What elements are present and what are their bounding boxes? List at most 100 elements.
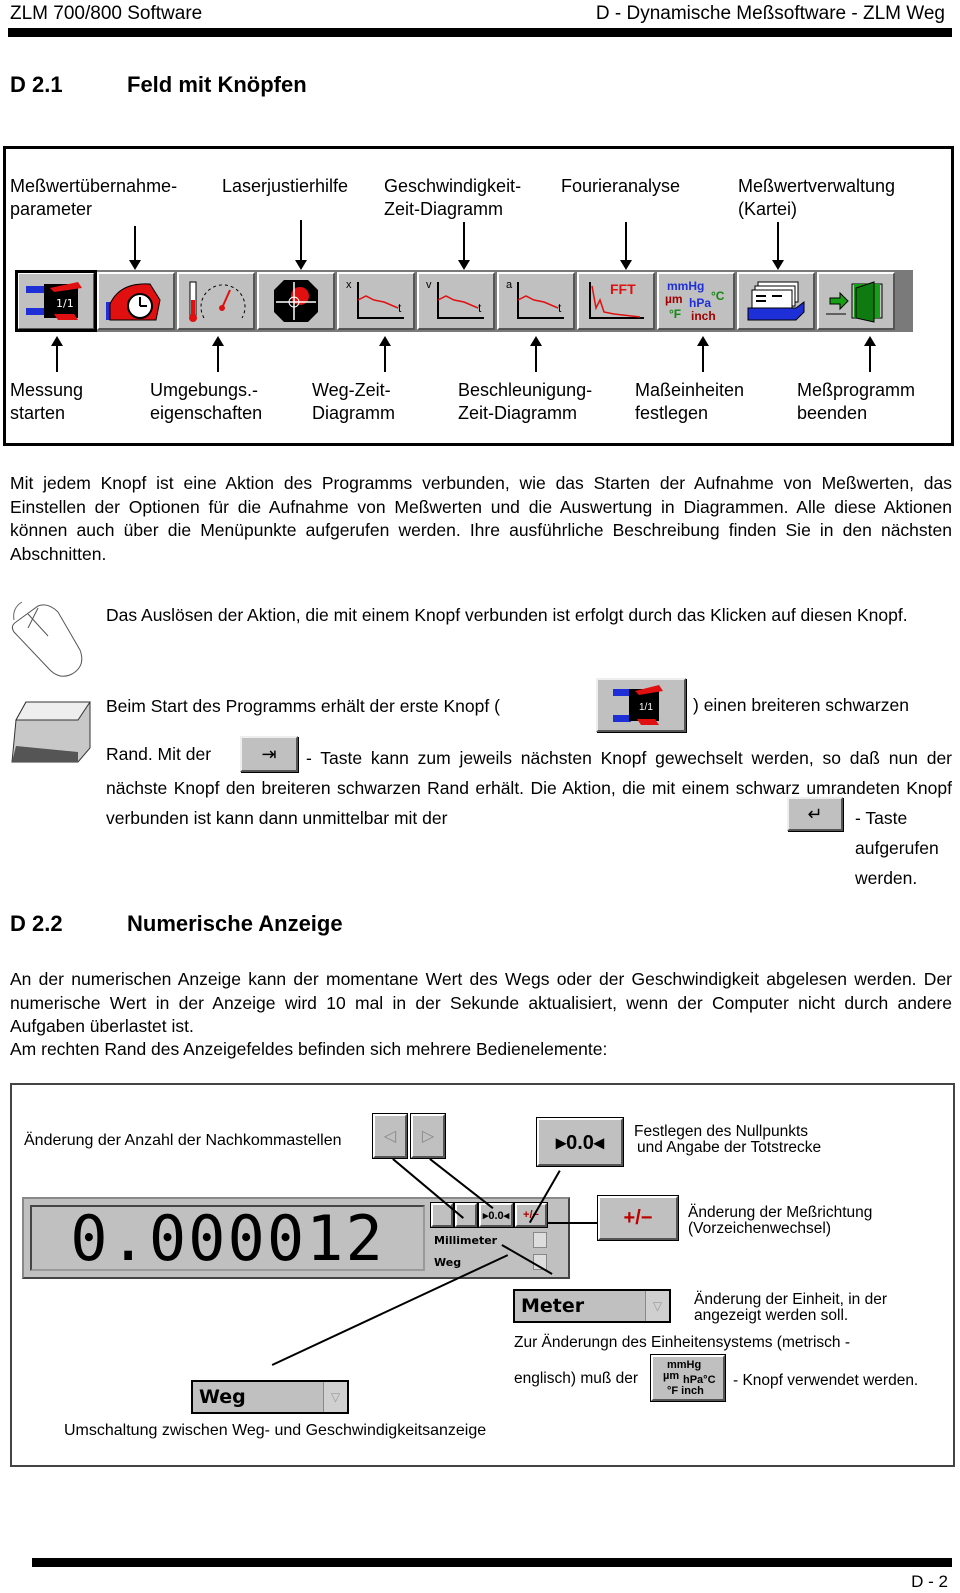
arrow-up [697, 336, 709, 372]
annotation-system-2b: - Knopf verwendet werden. [733, 1372, 919, 1389]
fft-button[interactable]: FFT [577, 272, 655, 330]
section-title: Numerische Anzeige [127, 911, 343, 936]
svg-text:1/1: 1/1 [56, 297, 74, 310]
laser-target-icon [274, 280, 318, 322]
svg-text:µm: µm [663, 1370, 679, 1382]
start-measurement-button[interactable]: 1/1 [15, 270, 97, 332]
svg-text:x: x [346, 279, 352, 291]
keyboard-instruction-end: - Taste aufgerufen werden. [855, 808, 939, 888]
units-icon: mmHgµm hPa °C °F inch [665, 279, 725, 323]
decimals-increase-button[interactable]: ▷ [410, 1113, 446, 1159]
dropdown-arrow-icon: ▽ [323, 1382, 347, 1412]
numeric-value: 0.000012 [30, 1202, 425, 1275]
thermometer-gauge-icon [189, 281, 246, 322]
enter-icon: ↵ [807, 803, 823, 824]
svg-text:°C: °C [711, 289, 725, 303]
svg-text:a: a [506, 279, 513, 291]
mouse-icon [11, 601, 83, 677]
footer-rule [32, 1558, 952, 1567]
pointer-line [548, 1222, 598, 1224]
svg-text:t: t [478, 301, 482, 315]
label-measure-params: Meßwertübernahme-parameter [10, 176, 178, 219]
sign-mini[interactable]: +/− [514, 1202, 548, 1228]
section-title: Feld mit Knöpfen [127, 72, 307, 97]
keyboard-key-icon [11, 701, 91, 763]
keyboard-instruction-line1b: ) einen breiteren schwarzen [693, 695, 909, 715]
annotation-mode: Umschaltung zwischen Weg- und Geschwindi… [64, 1422, 487, 1439]
header-left: ZLM 700/800 Software [10, 3, 203, 24]
svg-text:v: v [426, 279, 432, 291]
annotation-sign: Änderung der Meßrichtung (Vorzeichenwechs… [688, 1204, 873, 1237]
vt-diagram-button[interactable]: vt [417, 272, 495, 330]
exit-door-icon [826, 281, 883, 323]
annotation-unit: Änderung der Einheit, in der angezeigt we… [694, 1291, 888, 1324]
button-toolbar: 1/1 xt vt at FFT mmHg µm hPa °C °F inch [15, 270, 913, 332]
xt-diagram-button[interactable]: xt [337, 272, 415, 330]
arrow-up [51, 336, 63, 372]
zero-point-mini[interactable]: ▸0.0◂ [478, 1202, 514, 1228]
arrow-down [772, 222, 784, 270]
annotation-decimals: Änderung der Anzahl der Nachkommastellen [24, 1132, 342, 1149]
card-index-icon [747, 281, 805, 321]
display-paragraph: An der numerischen Anzeige kann der mome… [10, 969, 952, 1036]
fft-icon: FFT [589, 281, 644, 319]
annotation-zero: Festlegen des Nullpunkts und Angabe der T… [634, 1123, 822, 1156]
laser-alignment-button[interactable] [257, 272, 335, 330]
start-measurement-button-inline: 1/1 [596, 678, 686, 732]
units-icon: mmHgµm hPa°C°F inch [663, 1359, 716, 1397]
label-units: Maßeinheiten festlegen [635, 380, 745, 423]
annotation-system: Zur Änderungn des Einheitensystems (metr… [514, 1334, 850, 1351]
start-measurement-icon: 1/1 [26, 282, 82, 320]
arrow-down [620, 222, 632, 270]
zero-point-button[interactable]: ▸0.0◂ [536, 1117, 624, 1167]
svg-text:t: t [558, 301, 562, 315]
arrow-up [212, 336, 224, 372]
label-laser-alignment: Laserjustierhilfe [222, 176, 349, 196]
arrow-up [864, 336, 876, 372]
page-number: D - 2 [911, 1572, 948, 1591]
section-number: D 2.1 [10, 72, 63, 97]
enter-key: ↵ [787, 797, 843, 831]
units-button[interactable]: mmHg µm hPa °C °F inch [657, 272, 735, 330]
unit-combo[interactable]: Meter ▽ [513, 1289, 671, 1323]
data-management-button[interactable] [737, 272, 815, 330]
exit-button[interactable] [817, 272, 895, 330]
svg-text:µm: µm [665, 292, 683, 306]
label-velocity-diagram: Geschwindigkeit- Zeit-Diagramm [384, 176, 522, 219]
arrow-down [129, 226, 141, 270]
arrow-up [530, 336, 542, 372]
sign-change-button[interactable]: +/− [597, 1195, 679, 1241]
svg-text:1/1: 1/1 [639, 702, 653, 713]
decimals-decrease-button[interactable]: ◁ [372, 1113, 408, 1159]
label-exit: Meßprogramm beenden [797, 380, 916, 423]
svg-text:°F inch: °F inch [667, 1385, 704, 1397]
environment-button[interactable] [97, 272, 175, 330]
dropdown-arrow-icon [533, 1232, 547, 1248]
numeric-display-panel: 0.000012 ▸0.0◂ +/− Millimeter Weg [22, 1197, 570, 1279]
label-data-management: Meßwertverwaltung (Kartei) [738, 176, 896, 219]
annotation-system-2a: englisch) muß der [514, 1370, 639, 1387]
svg-text:°F: °F [669, 307, 681, 321]
arrow-down [458, 222, 470, 270]
unit-select-mini[interactable]: Millimeter [431, 1230, 547, 1250]
at-diagram-icon: at [506, 279, 564, 319]
triangle-left-icon: ◁ [383, 1128, 397, 1145]
svg-text:t: t [398, 301, 402, 315]
display-paragraph-2: Am rechten Rand des Anzeigefeldes befind… [10, 1039, 608, 1059]
arrow-down [295, 220, 307, 270]
svg-text:FFT: FFT [610, 281, 636, 297]
triangle-right-icon: ▷ [421, 1128, 435, 1145]
svg-text:hPa: hPa [689, 296, 711, 310]
svg-text:mmHg: mmHg [667, 279, 704, 293]
mouse-instruction: Das Auslösen der Aktion, die mit einem K… [106, 605, 908, 625]
at-diagram-button[interactable]: at [497, 272, 575, 330]
svg-text:inch: inch [691, 309, 716, 323]
label-acceleration-time: Beschleunigung- Zeit-Diagramm [458, 380, 593, 423]
stopwatch-hand-icon [106, 283, 161, 321]
mode-combo[interactable]: Weg ▽ [191, 1380, 349, 1414]
header-rule [8, 28, 952, 37]
start-measurement-icon: 1/1 [613, 685, 663, 725]
label-fourier: Fourieranalyse [561, 176, 681, 196]
thermometer-button[interactable] [177, 272, 255, 330]
label-start-measurement: Messung starten [10, 380, 84, 423]
